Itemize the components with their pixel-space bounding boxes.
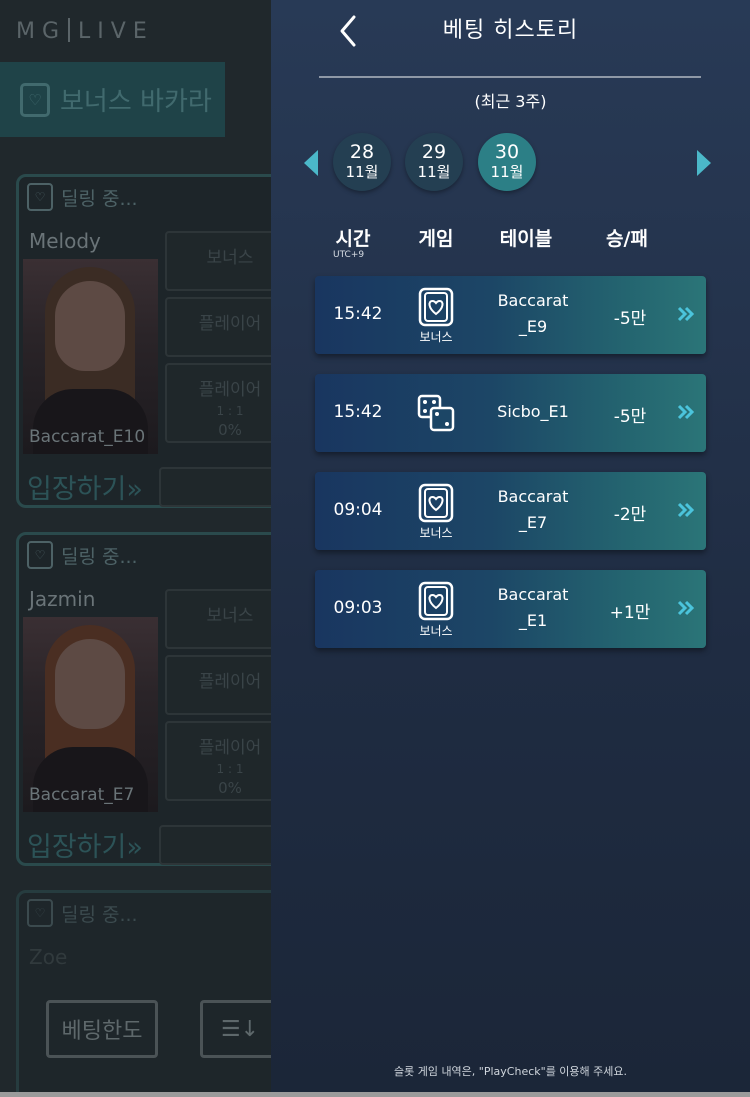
table-card[interactable]: ♡ 딜링 중... Jazmin Baccarat_E7 보너스 플레이어 플레… (16, 532, 299, 866)
table-name: Baccarat_E7 (29, 785, 135, 805)
logo-separator (68, 18, 71, 42)
next-date-arrow-icon[interactable] (697, 150, 711, 176)
heart-card-icon: ♡ (27, 541, 53, 569)
double-chevron-right-icon (677, 600, 695, 616)
date-chip-selected[interactable]: 30 11월 (478, 133, 536, 191)
heart-card-icon: ♡ (27, 899, 53, 927)
date-chip[interactable]: 29 11월 (405, 133, 463, 191)
odds-text: 1 : 1 (216, 762, 244, 776)
row-result: +1만 (609, 603, 651, 623)
baccarat-card-icon (416, 483, 456, 523)
table-card[interactable]: ♡ 딜링 중... Melody Baccarat_E10 보너스 플레이어 플… (16, 174, 299, 508)
bottom-strip (0, 1092, 750, 1097)
row-time: 15:42 (333, 304, 383, 324)
history-row[interactable]: 09:04 보너스 Baccarat _E7 -2만 (315, 472, 706, 550)
table-name-line2: _E9 (518, 317, 548, 336)
heart-card-icon: ♡ (20, 82, 50, 117)
baccarat-card-icon (416, 581, 456, 621)
bet-player-label: 플레이어 (198, 314, 262, 334)
odds-text: 1 : 1 (216, 404, 244, 418)
playcheck-footer-note: 슬롯 게임 내역은, "PlayCheck"를 이용해 주세요. (393, 1065, 628, 1078)
bet-bonus-label: 보너스 (206, 248, 254, 268)
dealer-photo (23, 259, 158, 454)
table-name-line1: Baccarat (497, 585, 569, 604)
bet-limit-label: 베팅한도 (61, 1019, 143, 1044)
heart-card-icon: ♡ (27, 183, 53, 211)
double-chevron-right-icon (677, 306, 695, 322)
logo-left-text: MG (16, 19, 67, 44)
row-result: -5만 (613, 309, 647, 329)
card-status: 딜링 중... (61, 187, 138, 210)
history-row[interactable]: 15:42 Sicbo_E1 -5만 (315, 374, 706, 452)
row-result: -5만 (613, 407, 647, 427)
game-label: 보너스 (419, 624, 453, 638)
table-name-line1: Baccarat (497, 487, 569, 506)
timezone-label: UTC+9 (333, 250, 365, 260)
bet-limit-button[interactable]: 베팅한도 (46, 1000, 158, 1058)
table-name-line2: _E1 (518, 611, 548, 630)
percent-text: 0% (218, 421, 242, 439)
date-day: 29 (421, 141, 447, 163)
table-name-line2: _E7 (518, 513, 548, 532)
double-chevron-right-icon (677, 404, 695, 420)
dealer-name: Jazmin (29, 587, 96, 611)
history-row[interactable]: 09:03 보너스 Baccarat _E1 +1만 (315, 570, 706, 648)
bet-player-pair-label: 플레이어 (198, 738, 262, 758)
history-row[interactable]: 15:42 보너스 Baccarat _E9 -5만 (315, 276, 706, 354)
bet-bonus-label: 보너스 (206, 606, 254, 626)
dice-icon (416, 393, 456, 433)
dealer-name: Zoe (29, 945, 68, 969)
column-header-result: 승/패 (606, 228, 648, 250)
date-day: 28 (349, 141, 375, 163)
period-subtitle: (최근 3주) (474, 92, 547, 111)
game-label: 보너스 (419, 526, 453, 540)
game-tab-label: 보너스 바카라 (60, 87, 212, 117)
card-header: ♡ 딜링 중... (27, 183, 138, 211)
bet-player-pair-label: 플레이어 (198, 380, 262, 400)
card-status: 딜링 중... (61, 545, 138, 568)
date-day: 30 (494, 141, 520, 163)
row-time: 15:42 (333, 402, 383, 422)
dealer-name: Melody (29, 229, 101, 253)
baccarat-card-icon (416, 287, 456, 327)
column-header-game: 게임 (418, 228, 454, 250)
row-time: 09:03 (333, 598, 383, 618)
column-header-time: 시간 (335, 228, 371, 250)
sort-button[interactable]: ☰↓ (200, 1000, 280, 1058)
game-label: 보너스 (419, 330, 453, 344)
prev-date-arrow-icon[interactable] (304, 150, 318, 176)
table-name-line1: Sicbo_E1 (497, 402, 569, 421)
logo-right-text: LIVE (78, 19, 154, 44)
date-chip[interactable]: 28 11월 (333, 133, 391, 191)
date-month: 11월 (490, 163, 524, 181)
mg-live-logo: MG LIVE (16, 18, 154, 44)
enter-table-button[interactable]: 입장하기» (27, 825, 143, 864)
dealer-photo (23, 617, 158, 812)
card-header: ♡ 딜링 중... (27, 541, 138, 569)
sort-icon: ☰↓ (220, 1016, 260, 1042)
table-name-line1: Baccarat (497, 291, 569, 310)
enter-table-button[interactable]: 입장하기» (27, 467, 143, 506)
game-tab-bonus-baccarat[interactable]: ♡ 보너스 바카라 (0, 62, 225, 137)
app-root: MG LIVE ♡ 보너스 바카라 ♡ 딜링 중... Melody Baccar… (0, 0, 750, 1097)
column-header-table: 테이블 (499, 228, 553, 250)
row-time: 09:04 (333, 500, 383, 520)
bet-player-label: 플레이어 (198, 672, 262, 692)
table-card[interactable]: ♡ 딜링 중... Zoe (16, 890, 296, 1097)
title-divider (319, 76, 701, 78)
betting-history-panel: 베팅 히스토리 (최근 3주) 28 11월 29 11월 30 11월 시간 … (271, 0, 750, 1092)
table-name: Baccarat_E10 (29, 427, 146, 447)
card-status: 딜링 중... (61, 903, 138, 926)
card-header: ♡ 딜링 중... (27, 899, 138, 927)
date-month: 11월 (345, 163, 379, 181)
date-month: 11월 (417, 163, 451, 181)
panel-title: 베팅 히스토리 (442, 18, 579, 43)
double-chevron-right-icon (677, 502, 695, 518)
row-result: -2만 (613, 505, 647, 525)
percent-text: 0% (218, 779, 242, 797)
